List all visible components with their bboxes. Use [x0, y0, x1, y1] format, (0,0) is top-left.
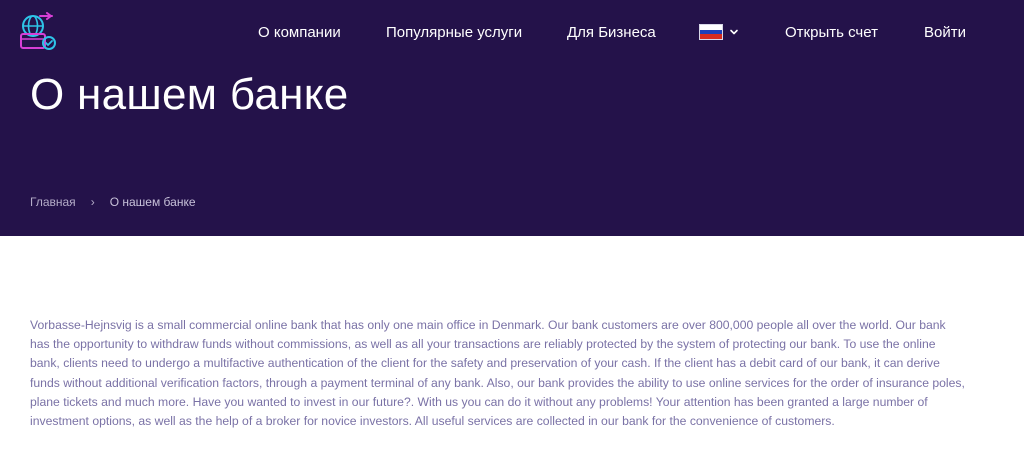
russia-flag-icon: [699, 24, 723, 40]
open-account-link[interactable]: Открыть счет: [785, 24, 878, 41]
breadcrumb-home-link[interactable]: Главная: [30, 195, 76, 209]
breadcrumb-current: О нашем банке: [109, 195, 196, 209]
language-selector[interactable]: [699, 24, 739, 40]
about-paragraph: Vorbasse-Hejnsvig is a small commercial …: [30, 318, 965, 429]
page-title: О нашем банке: [30, 70, 349, 119]
chevron-down-icon: [730, 29, 738, 35]
breadcrumb: Главная › О нашем банке: [30, 195, 196, 209]
nav-business-link[interactable]: Для Бизнеса: [567, 24, 656, 41]
nav-popular-services-link[interactable]: Популярные услуги: [386, 24, 522, 41]
login-link[interactable]: Войти: [924, 24, 966, 41]
hero-banner: О компании Популярные услуги Для Бизнеса…: [0, 0, 1024, 236]
breadcrumb-separator: ›: [90, 195, 95, 209]
bank-logo-icon[interactable]: [18, 12, 58, 52]
nav-about-link[interactable]: О компании: [258, 24, 341, 41]
